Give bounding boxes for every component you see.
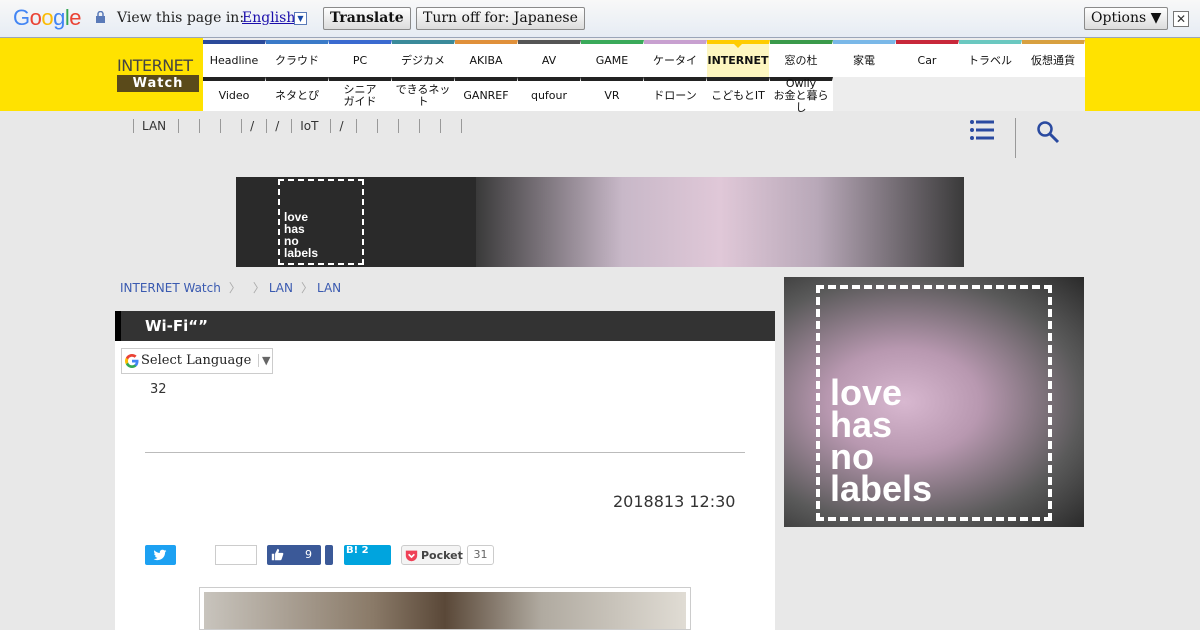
google-translate-bar: Google View this page in: English ▼ Tran… [0,0,1200,38]
pocket-button[interactable]: Pocket [401,545,463,565]
nav-item-item[interactable]: 家電 [833,40,896,77]
sub-nav-item[interactable] [220,119,237,133]
pocket-icon [405,550,418,562]
sub-nav-item[interactable] [178,119,195,133]
nav-item-pc[interactable]: PC [329,40,392,77]
nav-item-vr[interactable]: VR [581,77,644,111]
nav-item-item[interactable]: できるネット [392,77,455,111]
sub-nav: LAN / / IoT / [133,119,482,133]
turn-off-button[interactable]: Turn off for: Japanese [416,7,585,30]
sub-nav-item[interactable] [355,119,373,133]
sub-nav-item[interactable]: LAN [133,119,174,133]
nav-item-internet[interactable]: INTERNET [707,40,770,77]
facebook-like-count: 9 [305,548,312,561]
nav-item-item[interactable]: デジカメ [392,40,455,77]
hatena-bookmark-count: B! 2 [346,545,369,556]
twitter-icon [153,549,167,561]
breadcrumb: INTERNET Watch LANLAN [120,280,365,296]
nav-item-video[interactable]: Video [203,77,266,111]
ad-text-line: labels [284,246,319,260]
article-image [199,587,691,630]
menu-icon[interactable] [970,120,994,140]
breadcrumb-item[interactable]: LAN [269,280,313,296]
view-page-label: View this page in: [117,10,245,26]
sub-nav-item[interactable] [397,119,415,133]
sub-nav-item[interactable] [439,119,457,133]
pocket-label: Pocket [421,549,463,562]
options-button[interactable]: Options ▼ [1084,7,1169,30]
side-ad-text: love has no labels [830,375,933,509]
breadcrumb-item[interactable]: LAN [317,280,341,296]
site-header: INTERNET Watch Headline クラウド PC デジカメ AKIBA AV… [0,38,1200,114]
lock-icon [96,11,105,23]
nav-item-headline[interactable]: Headline [203,40,266,77]
sub-nav-item[interactable] [418,119,436,133]
sub-nav-item[interactable] [376,119,394,133]
side-ad[interactable]: love has no labels [784,277,1084,527]
nav-item-owlly[interactable]: Owlly お金と暮らし [770,77,833,114]
chevron-down-icon: ▼ [258,354,270,367]
twitter-share-button[interactable] [145,545,176,565]
nav-row-primary: Headline クラウド PC デジカメ AKIBA AV GAME ケータイ INTERNE… [203,40,1085,77]
header-divider [1015,118,1016,158]
logo-top-text: INTERNET [117,56,193,75]
nav-item-item[interactable]: トラベル [959,40,1022,77]
nav-item-item[interactable]: クラウド [266,40,329,77]
ad-text-line: labels [830,468,933,509]
article-title-bar: Wi-Fi“” [115,311,775,341]
search-icon[interactable] [1036,120,1060,144]
banner-ad-text: love has no labels [284,211,318,259]
language-select[interactable]: Select Language ▼ [121,348,273,374]
google-logo: Google [13,5,82,30]
close-icon[interactable]: ✕ [1173,11,1189,27]
sub-nav-item[interactable]: / [241,119,262,133]
article-count-text: 32 [150,382,167,397]
nav-item-akiba[interactable]: AKIBA [455,40,518,77]
language-link[interactable]: English [242,10,295,26]
logo-bottom-text: Watch [117,75,199,92]
article-date: 2018813 12:30 [613,492,736,511]
sub-nav-item[interactable]: / [266,119,287,133]
nav-item-car[interactable]: Car [896,40,959,77]
site-nav: Headline クラウド PC デジカメ AKIBA AV GAME ケータイ INTERNE… [203,38,1085,114]
nav-item-av[interactable]: AV [518,40,581,77]
tweet-count-box [215,545,257,565]
sub-nav-item[interactable]: / [330,119,351,133]
article-photo [204,592,686,629]
article-divider [145,452,745,453]
article: Wi-Fi“” Select Language ▼ 32 2018813 12:… [115,311,775,630]
breadcrumb-item[interactable]: INTERNET Watch [120,280,241,296]
nav-item-item[interactable]: ケータイ [644,40,707,77]
sub-nav-item[interactable] [199,119,216,133]
nav-item-qufour[interactable]: qufour [518,77,581,111]
translate-button[interactable]: Translate [323,7,411,30]
nav-item-ganref[interactable]: GANREF [455,77,518,111]
sub-nav-item[interactable]: IoT [291,119,326,133]
nav-item-item[interactable]: 窓の杜 [770,40,833,77]
nav-item-item[interactable]: シニア ガイド [329,77,392,111]
nav-item-item[interactable]: ドローン [644,77,707,111]
nav-item-game[interactable]: GAME [581,40,644,77]
banner-ad[interactable]: love has no labels [236,177,964,267]
nav-row-secondary: Video ネタとぴ シニア ガイド できるネット GANREF qufour VR ドローン… [203,77,833,114]
nav-item-item[interactable]: 仮想通貨 [1022,40,1085,77]
nav-item-item[interactable]: ネタとぴ [266,77,329,111]
thumbs-up-icon [271,548,284,561]
article-title: Wi-Fi“” [145,317,209,335]
language-select-label: Select Language [141,353,252,368]
pocket-count: 31 [467,545,494,565]
hatena-bookmark-button[interactable]: B! 2 [344,545,391,565]
facebook-share-button[interactable] [325,545,333,565]
google-g-icon [125,354,139,368]
sub-nav-item[interactable] [460,119,478,133]
site-logo[interactable]: INTERNET Watch [117,56,199,96]
language-dropdown-arrow-icon[interactable]: ▼ [294,12,307,25]
nav-item-it[interactable]: こどもとIT [707,77,770,111]
facebook-like-button[interactable]: 9 [267,545,321,565]
